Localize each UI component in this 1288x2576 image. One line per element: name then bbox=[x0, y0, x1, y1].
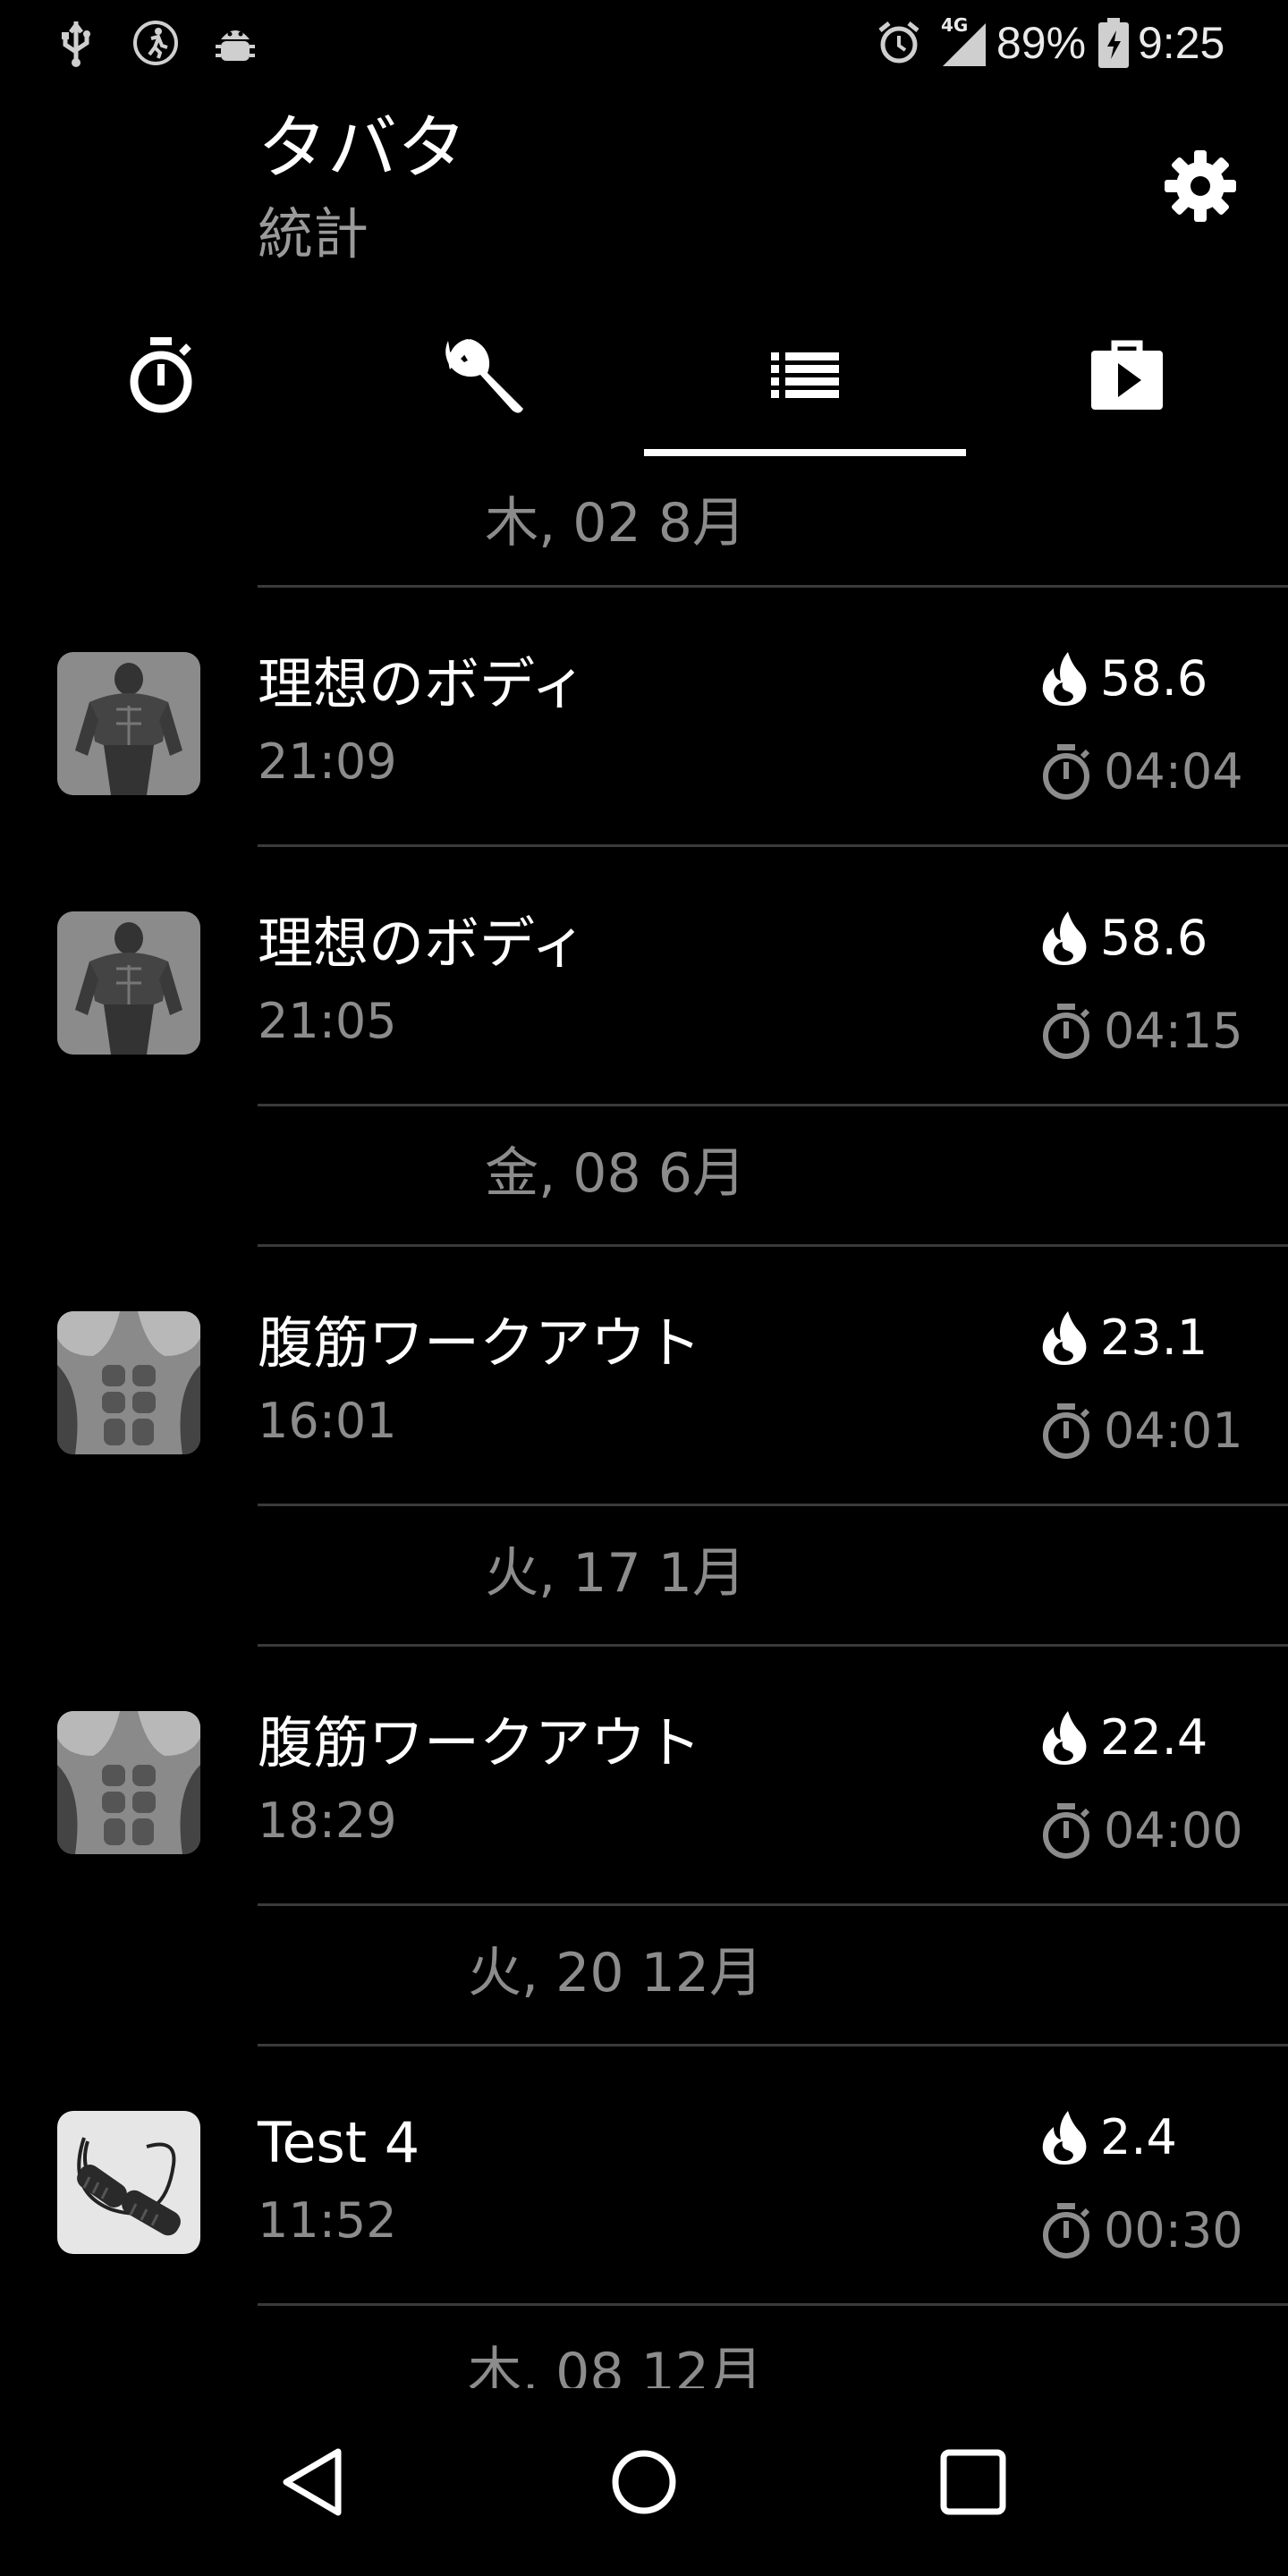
workout-thumbnail-abs bbox=[57, 1311, 200, 1454]
workout-time: 18:29 bbox=[258, 1792, 397, 1849]
stopwatch-icon bbox=[1043, 1004, 1090, 1059]
workout-thumbnail-body bbox=[57, 652, 200, 795]
list-icon bbox=[771, 352, 839, 398]
calories-value: 22.4 bbox=[1100, 1709, 1208, 1766]
workout-title: 理想のボディ bbox=[258, 911, 587, 976]
date-header-label: 木, 08 12月 bbox=[468, 2342, 763, 2388]
wrench-icon bbox=[445, 339, 523, 413]
date-header: 火, 17 1月 bbox=[258, 1506, 1288, 1640]
activity-icon bbox=[131, 16, 181, 70]
date-header: 木, 08 12月 bbox=[258, 2306, 1288, 2388]
workout-thumbnail-abs bbox=[57, 1711, 200, 1854]
page-subtitle: 統計 bbox=[258, 201, 369, 267]
calories: 22.4 bbox=[1041, 1702, 1208, 1774]
workout-thumbnail-jump-rope bbox=[57, 2111, 200, 2254]
clock: 9:25 bbox=[1138, 18, 1225, 68]
workout-title: 理想のボディ bbox=[258, 651, 587, 716]
settings-button[interactable] bbox=[1157, 143, 1243, 229]
calories-value: 58.6 bbox=[1100, 910, 1208, 966]
back-button[interactable] bbox=[259, 2428, 367, 2536]
workout-time: 21:05 bbox=[258, 993, 397, 1049]
tab-bar bbox=[0, 295, 1288, 456]
usb-icon bbox=[54, 16, 98, 70]
tab-statistics[interactable] bbox=[644, 295, 966, 456]
workout-time: 16:01 bbox=[258, 1393, 397, 1449]
calories: 23.1 bbox=[1041, 1302, 1208, 1374]
navigation-bar bbox=[0, 2388, 1288, 2576]
date-header-label: 木, 02 8月 bbox=[485, 492, 746, 555]
stopwatch-icon bbox=[1043, 1403, 1090, 1459]
calories-value: 2.4 bbox=[1100, 2109, 1177, 2165]
tab-settings-workout[interactable] bbox=[322, 295, 644, 456]
calories: 58.6 bbox=[1041, 643, 1208, 715]
workout-time: 21:09 bbox=[258, 733, 397, 790]
home-button[interactable] bbox=[590, 2428, 698, 2536]
alarm-icon bbox=[877, 16, 921, 70]
date-header-label: 火, 17 1月 bbox=[485, 1542, 746, 1605]
list-item[interactable]: 腹筋ワークアウト 16:01 23.1 04:01 bbox=[0, 1247, 1288, 1504]
date-header-label: 火, 20 12月 bbox=[468, 1942, 763, 2004]
date-header: 火, 20 12月 bbox=[258, 1906, 1288, 2040]
calories: 2.4 bbox=[1041, 2102, 1177, 2174]
recents-button[interactable] bbox=[919, 2428, 1027, 2536]
flame-icon bbox=[1042, 1711, 1087, 1765]
workout-title: 腹筋ワークアウト bbox=[258, 1310, 702, 1376]
list-item[interactable]: 理想のボディ 21:05 58.6 04:15 bbox=[0, 847, 1288, 1104]
stopwatch-icon bbox=[1043, 744, 1090, 800]
flame-icon bbox=[1042, 1311, 1087, 1365]
workout-thumbnail-body bbox=[57, 911, 200, 1055]
stopwatch-icon bbox=[1043, 1803, 1090, 1859]
tab-selected-indicator bbox=[644, 449, 966, 456]
calories: 58.6 bbox=[1041, 902, 1208, 974]
gear-icon bbox=[1165, 150, 1236, 222]
workout-time: 11:52 bbox=[258, 2192, 397, 2249]
workout-title: Test 4 bbox=[258, 2110, 420, 2175]
duration: 04:15 bbox=[1041, 996, 1243, 1067]
date-header-label: 金, 08 6月 bbox=[485, 1142, 746, 1205]
list-item[interactable]: Test 4 11:52 2.4 00:30 bbox=[0, 2046, 1288, 2303]
duration-value: 04:00 bbox=[1104, 1802, 1243, 1859]
duration-value: 04:15 bbox=[1104, 1003, 1243, 1059]
timer-icon bbox=[130, 337, 192, 413]
calories-value: 23.1 bbox=[1100, 1309, 1208, 1366]
flame-icon bbox=[1042, 652, 1087, 706]
flame-icon bbox=[1042, 2111, 1087, 2165]
duration: 04:01 bbox=[1041, 1395, 1243, 1467]
duration-value: 00:30 bbox=[1104, 2202, 1243, 2258]
android-debug-icon bbox=[211, 16, 259, 70]
battery-icon bbox=[1098, 16, 1129, 70]
battery-percentage: 89% bbox=[996, 18, 1087, 68]
duration: 04:04 bbox=[1041, 736, 1243, 808]
date-header: 金, 08 6月 bbox=[258, 1106, 1288, 1241]
tab-store[interactable] bbox=[966, 295, 1288, 456]
network-type: 4G bbox=[941, 14, 969, 36]
stopwatch-icon bbox=[1043, 2203, 1090, 2258]
list-item[interactable]: 理想のボディ 21:09 58.6 04:04 bbox=[0, 588, 1288, 844]
home-icon bbox=[612, 2450, 676, 2514]
duration-value: 04:04 bbox=[1104, 743, 1243, 800]
list-item[interactable]: 腹筋ワークアウト 18:29 22.4 04:00 bbox=[0, 1647, 1288, 1903]
play-bag-icon bbox=[1091, 340, 1163, 410]
duration: 00:30 bbox=[1041, 2195, 1243, 2267]
date-header: 木, 02 8月 bbox=[258, 456, 1288, 590]
duration: 04:00 bbox=[1041, 1795, 1243, 1867]
status-bar: 4G 89% 9:25 bbox=[0, 0, 1288, 86]
recents-icon bbox=[940, 2449, 1006, 2515]
workout-history-list[interactable]: 木, 02 8月 理想のボディ 21:09 58.6 04:04 理想のボディ … bbox=[0, 456, 1288, 2388]
tab-timer[interactable] bbox=[0, 295, 322, 456]
flame-icon bbox=[1042, 911, 1087, 965]
duration-value: 04:01 bbox=[1104, 1402, 1243, 1459]
app-title: タバタ bbox=[258, 108, 468, 189]
calories-value: 58.6 bbox=[1100, 650, 1208, 707]
workout-title: 腹筋ワークアウト bbox=[258, 1710, 702, 1775]
back-icon bbox=[283, 2448, 342, 2516]
